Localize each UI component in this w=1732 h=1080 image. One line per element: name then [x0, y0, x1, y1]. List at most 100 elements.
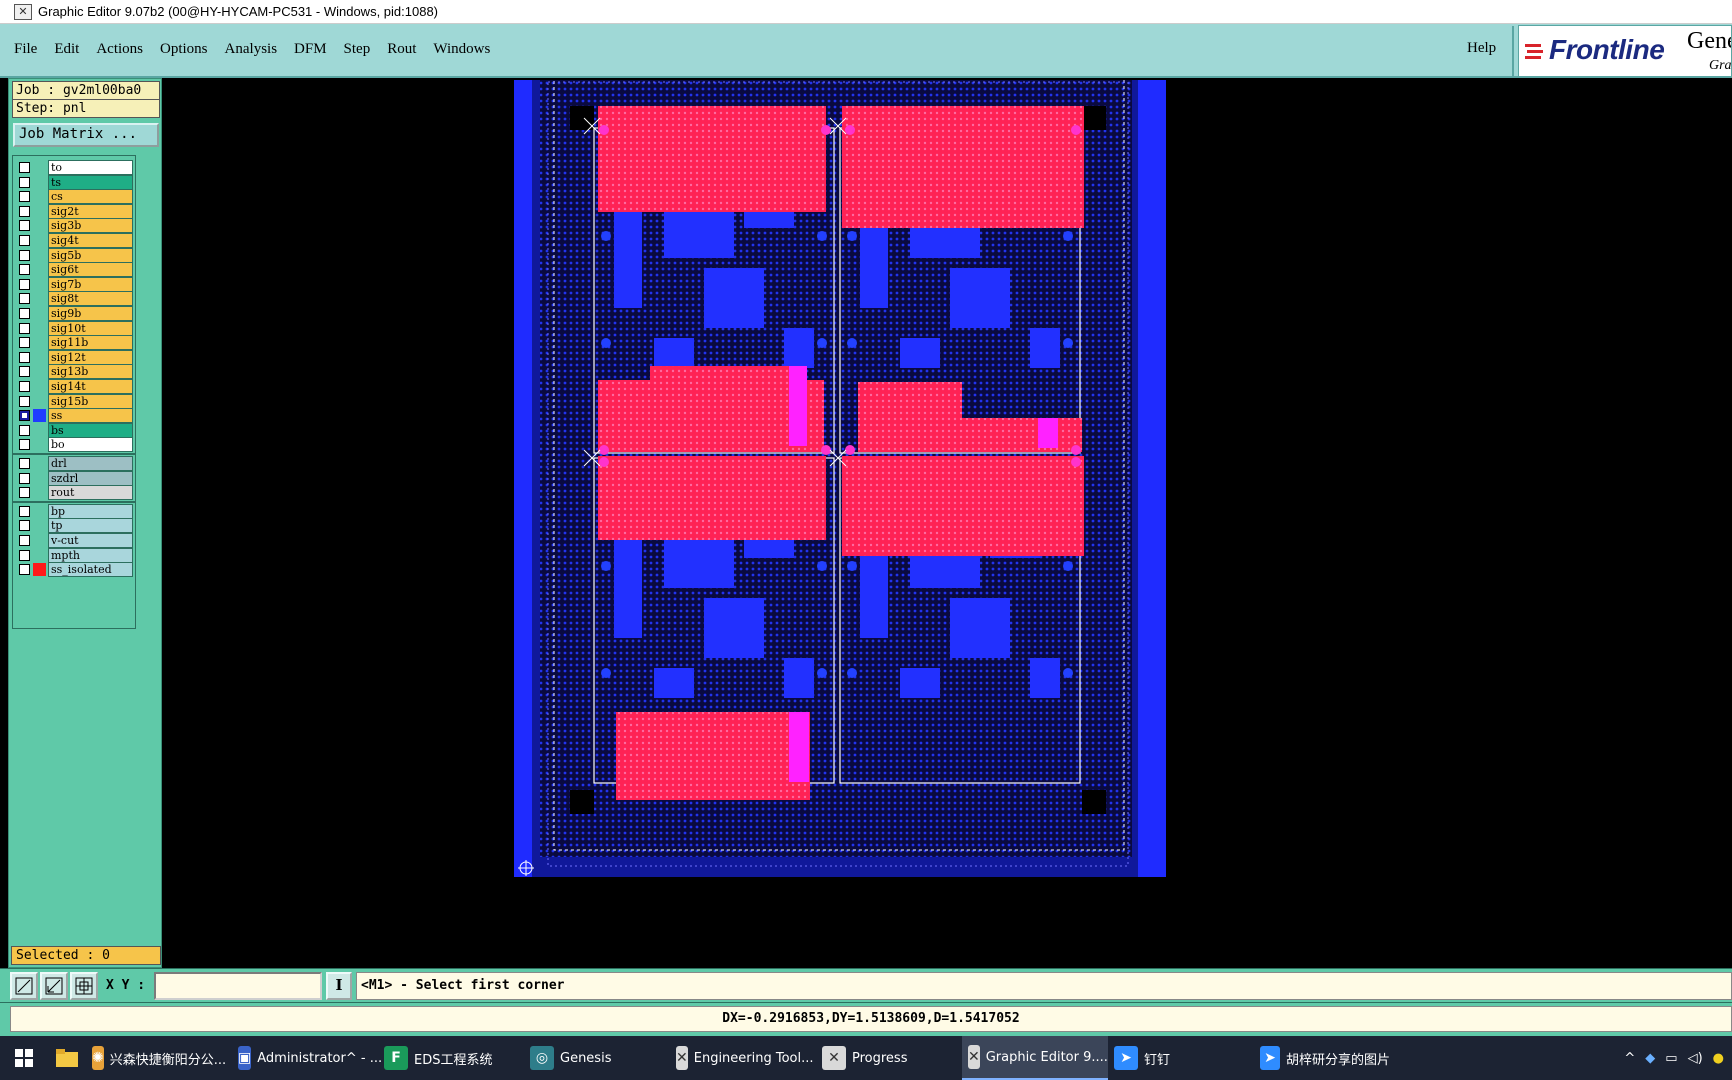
- start-button[interactable]: [0, 1036, 48, 1080]
- layer-row-ts[interactable]: ts: [15, 174, 133, 190]
- layer-display-swatch[interactable]: [33, 249, 46, 262]
- layer-display-swatch[interactable]: [33, 219, 46, 232]
- layer-checkbox[interactable]: [19, 439, 30, 451]
- layer-row-szdrl[interactable]: szdrl: [15, 470, 133, 486]
- layer-name[interactable]: v-cut: [48, 533, 133, 548]
- layer-name[interactable]: drl: [48, 456, 133, 471]
- layer-name[interactable]: sig11b: [48, 335, 133, 351]
- layer-checkbox[interactable]: [19, 264, 30, 276]
- layer-row-ss_isolated[interactable]: ss_isolated: [15, 562, 133, 578]
- layer-name[interactable]: tp: [48, 518, 133, 534]
- taskbar-app-7[interactable]: ➤ 钉钉: [1108, 1036, 1254, 1080]
- layer-row-sig10t[interactable]: sig10t: [15, 320, 133, 336]
- layer-display-swatch[interactable]: [33, 336, 46, 349]
- layer-display-swatch[interactable]: [33, 438, 46, 451]
- layer-checkbox[interactable]: [19, 322, 30, 334]
- layer-name[interactable]: sig7b: [48, 276, 133, 292]
- layer-checkbox[interactable]: [19, 308, 30, 319]
- layer-row-sig3b[interactable]: sig3b: [15, 218, 133, 234]
- menu-dfm[interactable]: DFM: [294, 41, 327, 58]
- layer-row-sig4t[interactable]: sig4t: [15, 233, 133, 248]
- menu-analysis[interactable]: Analysis: [225, 41, 278, 58]
- layer-name[interactable]: sig6t: [48, 262, 133, 278]
- layer-checkbox[interactable]: [19, 458, 30, 469]
- layer-display-swatch[interactable]: [33, 563, 46, 577]
- speaker-icon[interactable]: ◁): [1688, 1051, 1703, 1066]
- layer-checkbox[interactable]: [19, 366, 30, 378]
- layer-name[interactable]: sig15b: [48, 393, 133, 409]
- layer-row-sig12t[interactable]: sig12t: [15, 349, 133, 365]
- layer-display-swatch[interactable]: [33, 351, 46, 364]
- layer-name[interactable]: ss: [48, 408, 133, 424]
- layer-checkbox[interactable]: [19, 472, 30, 484]
- job-matrix-button[interactable]: Job Matrix ...: [13, 123, 159, 147]
- layer-checkbox[interactable]: [19, 487, 30, 499]
- taskbar-app-6[interactable]: ✕ Graphic Editor 9....: [962, 1036, 1108, 1080]
- menu-file[interactable]: File: [14, 41, 37, 58]
- taskbar-app-4[interactable]: ✕ Engineering Tool...: [670, 1036, 816, 1080]
- layer-display-swatch[interactable]: [33, 322, 46, 335]
- layer-name[interactable]: bp: [48, 503, 133, 519]
- layer-row-sig2t[interactable]: sig2t: [15, 203, 133, 219]
- layer-display-swatch[interactable]: [33, 190, 46, 203]
- layer-checkbox[interactable]: [19, 381, 30, 392]
- layer-row-rout[interactable]: rout: [15, 485, 133, 501]
- layer-display-swatch[interactable]: [33, 263, 46, 276]
- layer-checkbox[interactable]: [19, 249, 30, 261]
- layer-display-swatch[interactable]: [33, 205, 46, 218]
- layer-name[interactable]: cs: [48, 189, 133, 205]
- layer-display-swatch[interactable]: [33, 486, 46, 499]
- graphic-canvas[interactable]: [162, 78, 1732, 968]
- layer-row-sig9b[interactable]: sig9b: [15, 306, 133, 321]
- layer-name[interactable]: sig5b: [48, 247, 133, 263]
- menu-windows[interactable]: Windows: [433, 41, 490, 58]
- info-button[interactable]: I: [326, 972, 352, 1000]
- layer-name[interactable]: sig3b: [48, 218, 133, 234]
- taskbar-app-3[interactable]: ◎ Genesis: [524, 1036, 670, 1080]
- notification-icon[interactable]: ●: [1713, 1051, 1724, 1066]
- layer-name[interactable]: sig2t: [48, 203, 133, 219]
- layer-name[interactable]: ss_isolated: [48, 562, 133, 578]
- layer-display-swatch[interactable]: [33, 505, 46, 518]
- layer-display-swatch[interactable]: [33, 424, 46, 437]
- layer-checkbox[interactable]: [19, 176, 30, 188]
- layer-name[interactable]: sig12t: [48, 349, 133, 365]
- layer-row-v-cut[interactable]: v-cut: [15, 533, 133, 548]
- layer-display-swatch[interactable]: [33, 234, 46, 247]
- layer-name[interactable]: sig14t: [48, 379, 133, 394]
- layer-display-swatch[interactable]: [33, 472, 46, 485]
- xy-input[interactable]: [154, 972, 322, 1000]
- layer-row-drl[interactable]: drl: [15, 456, 133, 471]
- layer-row-sig5b[interactable]: sig5b: [15, 247, 133, 263]
- menu-edit[interactable]: Edit: [54, 41, 79, 58]
- layer-row-sig7b[interactable]: sig7b: [15, 276, 133, 292]
- layer-name[interactable]: sig8t: [48, 291, 133, 307]
- layer-checkbox[interactable]: [19, 220, 30, 232]
- layer-row-sig13b[interactable]: sig13b: [15, 364, 133, 380]
- layer-row-bo[interactable]: bo: [15, 437, 133, 453]
- taskbar-app-1[interactable]: ▣ Administrator^ - ...: [232, 1036, 382, 1080]
- layer-checkbox[interactable]: [19, 191, 30, 203]
- layer-row-tp[interactable]: tp: [15, 518, 133, 534]
- taskbar-app-8[interactable]: ➤ 胡梓研分享的图片: [1254, 1036, 1400, 1080]
- panel-board-view[interactable]: [514, 80, 1234, 967]
- layer-display-swatch[interactable]: [33, 549, 46, 562]
- layer-checkbox[interactable]: [19, 205, 30, 217]
- layer-checkbox[interactable]: [19, 235, 30, 246]
- dingtalk-tray-icon[interactable]: ◆: [1645, 1051, 1655, 1066]
- zoom-window-button[interactable]: [10, 972, 38, 1000]
- layer-name[interactable]: sig10t: [48, 320, 133, 336]
- layer-name[interactable]: to: [48, 160, 133, 175]
- layer-display-swatch[interactable]: [33, 534, 46, 547]
- menu-rout[interactable]: Rout: [387, 41, 416, 58]
- layer-checkbox[interactable]: [19, 162, 30, 173]
- layer-checkbox[interactable]: [19, 520, 30, 532]
- layer-name[interactable]: sig4t: [48, 233, 133, 248]
- layer-row-sig8t[interactable]: sig8t: [15, 291, 133, 307]
- layer-checkbox[interactable]: [19, 337, 30, 349]
- taskbar-app-5[interactable]: ✕ Progress: [816, 1036, 962, 1080]
- layer-display-swatch[interactable]: [33, 365, 46, 378]
- layer-checkbox[interactable]: [19, 424, 30, 436]
- layer-row-to[interactable]: to: [15, 160, 133, 175]
- layer-checkbox[interactable]: [19, 564, 30, 576]
